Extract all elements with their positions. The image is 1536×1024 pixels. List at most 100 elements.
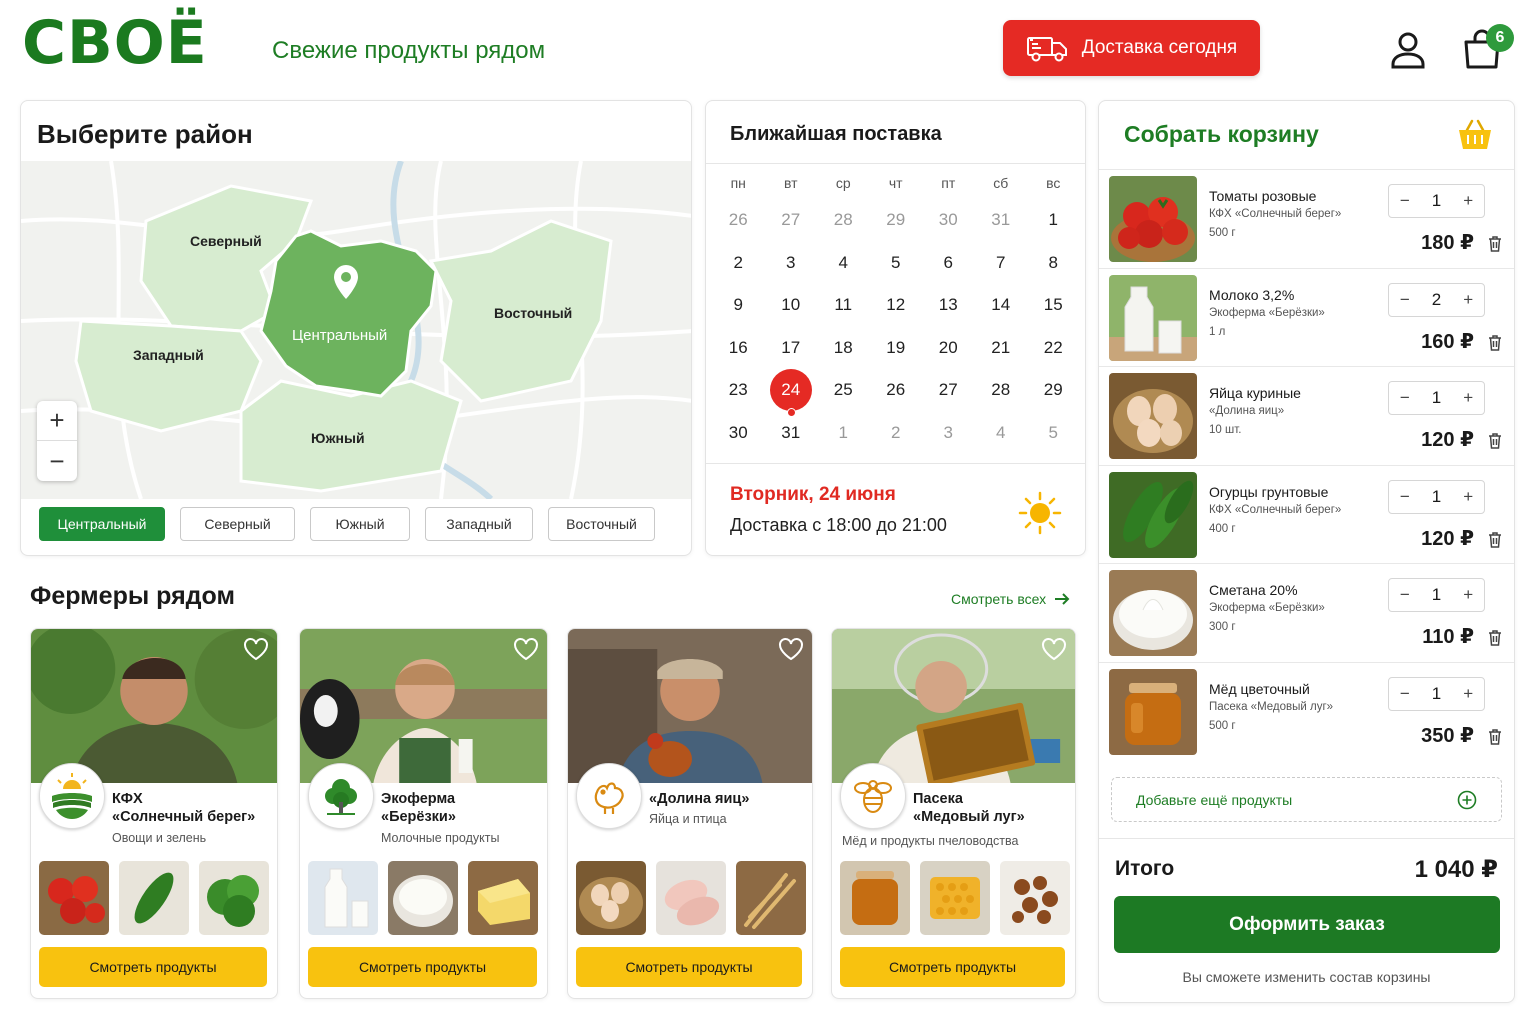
calendar-day[interactable]: 19 (870, 338, 923, 358)
farmer-card[interactable]: «Долина яиц» Яйца и птица Смотреть проду… (567, 628, 813, 999)
heart-icon[interactable] (513, 637, 539, 661)
calendar-day[interactable]: 31 (975, 210, 1028, 230)
greens-thumb[interactable] (199, 861, 269, 935)
calendar-day[interactable]: 8 (1027, 253, 1080, 273)
increase-button[interactable]: + (1452, 487, 1484, 507)
chip-east[interactable]: Восточный (548, 507, 655, 541)
calendar-day[interactable]: 30 (712, 423, 765, 443)
calendar-day[interactable]: 27 (922, 380, 975, 400)
farmer-card[interactable]: Экоферма «Берёзки» Молочные продукты Смот… (299, 628, 548, 999)
heart-icon[interactable] (243, 637, 269, 661)
increase-button[interactable]: + (1452, 585, 1484, 605)
increase-button[interactable]: + (1452, 388, 1484, 408)
zoom-out-button[interactable]: − (37, 441, 77, 481)
heart-icon[interactable] (778, 637, 804, 661)
trash-icon[interactable] (1488, 630, 1502, 646)
increase-button[interactable]: + (1452, 290, 1484, 310)
calendar-day[interactable]: 2 (870, 423, 923, 443)
trash-icon[interactable] (1488, 433, 1502, 449)
calendar-day[interactable]: 15 (1027, 295, 1080, 315)
calendar-day[interactable]: 1 (1027, 210, 1080, 230)
calendar-day[interactable]: 17 (765, 338, 818, 358)
calendar-day[interactable]: 26 (870, 380, 923, 400)
trash-icon[interactable] (1488, 728, 1502, 745)
eggs-thumb[interactable] (576, 861, 646, 935)
decrease-button[interactable]: − (1389, 191, 1421, 211)
calendar-day[interactable]: 14 (975, 295, 1028, 315)
view-products-button[interactable]: Смотреть продукты (39, 947, 267, 987)
calendar-day[interactable]: 28 (817, 210, 870, 230)
honeycomb-thumb[interactable] (920, 861, 990, 935)
calendar-day[interactable]: 31 (765, 423, 818, 443)
calendar-day[interactable]: 3 (765, 253, 818, 273)
calendar-day[interactable]: 5 (1027, 423, 1080, 443)
decrease-button[interactable]: − (1389, 290, 1421, 310)
chip-north[interactable]: Северный (180, 507, 295, 541)
calendar-day-selected[interactable]: 24 (765, 369, 818, 418)
calendar-day[interactable]: 2 (712, 253, 765, 273)
see-all-farmers-link[interactable]: Смотреть всех (951, 591, 1070, 607)
zoom-in-button[interactable]: + (37, 401, 77, 441)
calendar-day[interactable]: 5 (870, 253, 923, 273)
logo[interactable]: СВОЁ (22, 8, 208, 78)
calendar-day[interactable]: 28 (975, 380, 1028, 400)
calendar-day[interactable]: 4 (975, 423, 1028, 443)
district-map[interactable]: Северный Центральный Восточный Западный … (21, 159, 691, 502)
tomatoes-thumb[interactable] (39, 861, 109, 935)
cucumber-thumb[interactable] (119, 861, 189, 935)
grain-thumb[interactable] (736, 861, 806, 935)
trash-icon[interactable] (1488, 531, 1502, 548)
cottage-cheese-thumb[interactable] (388, 861, 458, 935)
calendar-day[interactable]: 29 (870, 210, 923, 230)
increase-button[interactable]: + (1452, 684, 1484, 704)
calendar-day[interactable]: 1 (817, 423, 870, 443)
cheese-thumb[interactable] (468, 861, 538, 935)
calendar-day[interactable]: 26 (712, 210, 765, 230)
farmer-card[interactable]: КФХ «Солнечный берег» Овощи и зелень Смот… (30, 628, 278, 999)
pollen-thumb[interactable] (1000, 861, 1070, 935)
view-products-button[interactable]: Смотреть продукты (840, 947, 1065, 987)
increase-button[interactable]: + (1452, 191, 1484, 211)
calendar-day[interactable]: 12 (870, 295, 923, 315)
calendar-day[interactable]: 16 (712, 338, 765, 358)
calendar-day[interactable]: 4 (817, 253, 870, 273)
view-products-button[interactable]: Смотреть продукты (308, 947, 537, 987)
calendar-day[interactable]: 10 (765, 295, 818, 315)
calendar-day[interactable]: 7 (975, 253, 1028, 273)
decrease-button[interactable]: − (1389, 487, 1421, 507)
calendar-day[interactable]: 20 (922, 338, 975, 358)
calendar-day[interactable]: 6 (922, 253, 975, 273)
chip-south[interactable]: Южный (310, 507, 410, 541)
milk-thumb[interactable] (308, 861, 378, 935)
farm-name: Экоферма «Берёзки» (381, 790, 547, 826)
add-more-products-button[interactable]: Добавьте ещё продукты (1111, 777, 1502, 822)
trash-icon[interactable] (1488, 334, 1502, 351)
honey-jar-thumb[interactable] (840, 861, 910, 935)
chicken-meat-thumb[interactable] (656, 861, 726, 935)
delivery-today-button[interactable]: Доставка сегодня (1003, 20, 1260, 76)
calendar-day[interactable]: 9 (712, 295, 765, 315)
cart-item-weight: 10 шт. (1209, 424, 1242, 436)
farmer-card[interactable]: Пасека «Медовый луг» Мёд и продукты пчело… (831, 628, 1076, 999)
place-order-button[interactable]: Оформить заказ (1114, 896, 1500, 953)
decrease-button[interactable]: − (1389, 585, 1421, 605)
calendar-day[interactable]: 11 (817, 295, 870, 315)
chip-west[interactable]: Западный (425, 507, 533, 541)
view-products-button[interactable]: Смотреть продукты (576, 947, 802, 987)
calendar-day[interactable]: 21 (975, 338, 1028, 358)
calendar-day[interactable]: 23 (712, 380, 765, 400)
trash-icon[interactable] (1488, 236, 1502, 252)
heart-icon[interactable] (1041, 637, 1067, 661)
chip-central[interactable]: Центральный (39, 507, 165, 541)
decrease-button[interactable]: − (1389, 388, 1421, 408)
calendar-day[interactable]: 30 (922, 210, 975, 230)
calendar-day[interactable]: 18 (817, 338, 870, 358)
calendar-day[interactable]: 25 (817, 380, 870, 400)
calendar-day[interactable]: 22 (1027, 338, 1080, 358)
calendar-day[interactable]: 27 (765, 210, 818, 230)
calendar-day[interactable]: 13 (922, 295, 975, 315)
user-icon[interactable] (1388, 30, 1428, 70)
calendar-day[interactable]: 29 (1027, 380, 1080, 400)
calendar-day[interactable]: 3 (922, 423, 975, 443)
decrease-button[interactable]: − (1389, 684, 1421, 704)
